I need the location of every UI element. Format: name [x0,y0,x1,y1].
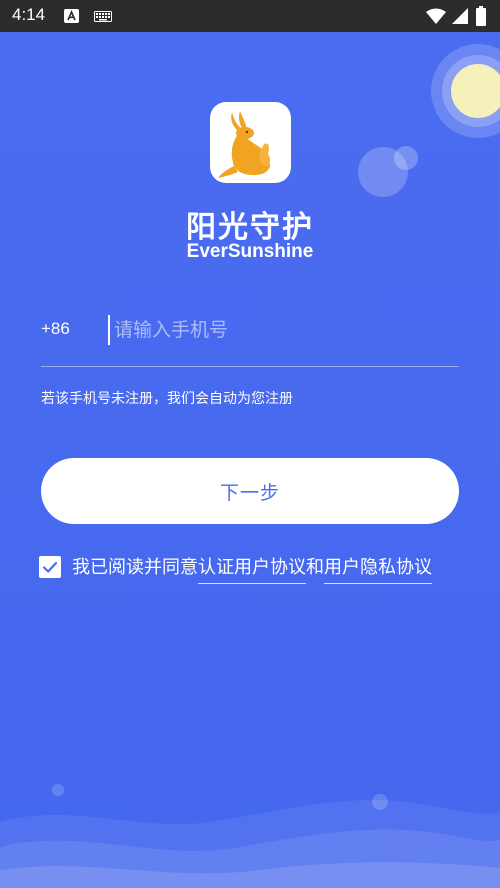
agreement-checkbox[interactable] [39,556,61,578]
a-icon [64,9,79,23]
app-logo [210,102,291,183]
wave-dot-left [52,784,64,796]
agreement-text: 我已阅读并同意认证用户协议和用户隐私协议 [72,553,432,584]
privacy-policy-link[interactable]: 用户隐私协议 [324,557,432,584]
status-bar: 4:14 [0,0,500,32]
bubble-small [394,146,418,170]
agreement-prefix: 我已阅读并同意 [72,557,198,578]
wave-dot-right [372,794,388,810]
agreement-connector: 和 [306,557,324,578]
phone-input[interactable] [108,315,454,345]
country-code-selector[interactable]: +86 [41,319,70,339]
next-button[interactable]: 下一步 [41,458,459,524]
register-hint: 若该手机号未注册，我们会自动为您注册 [41,391,293,407]
checkmark-icon [42,561,58,573]
app-title: 阳光守护 [186,210,314,245]
app-subtitle: EverSunshine [186,241,314,262]
keyboard-icon [94,11,112,22]
wifi-icon [426,8,446,24]
status-time: 4:14 [12,5,46,24]
signal-icon [452,8,468,24]
input-underline [41,366,459,367]
user-agreement-link[interactable]: 认证用户协议 [198,557,306,584]
battery-icon [476,6,486,26]
